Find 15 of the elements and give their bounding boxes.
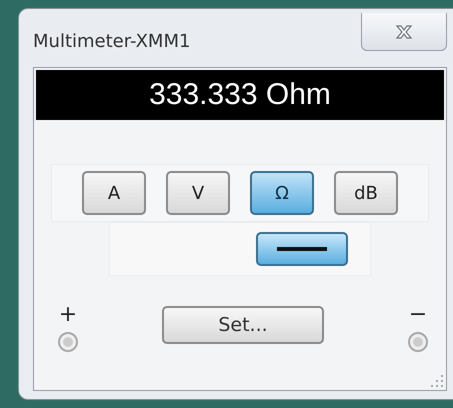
set-button[interactable]: Set...	[162, 306, 324, 344]
mode-button[interactable]: V	[166, 171, 230, 215]
reading-text: 333.333 Ohm	[149, 78, 331, 112]
terminal-label: +	[58, 304, 78, 326]
terminal-jack[interactable]	[408, 332, 428, 352]
terminal-label: −	[408, 304, 428, 326]
close-button[interactable]	[361, 13, 447, 51]
window-title: Multimeter-XMM1	[33, 31, 190, 52]
resize-grip-icon	[430, 374, 444, 388]
signal-button[interactable]	[256, 232, 348, 266]
close-icon	[394, 24, 414, 38]
mode-button[interactable]: A	[82, 171, 146, 215]
terminal-jack[interactable]	[58, 332, 78, 352]
mode-button[interactable]: Ω	[250, 171, 314, 215]
mode-button[interactable]: dB	[334, 171, 398, 215]
